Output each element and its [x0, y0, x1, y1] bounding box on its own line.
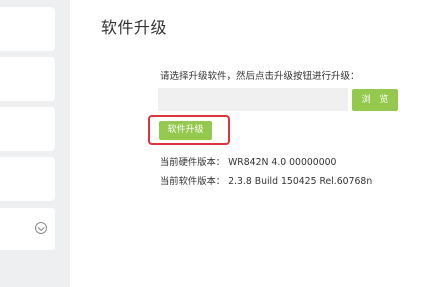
- page-root: 软件升级 请选择升级软件，然后点击升级按钮进行升级： 浏 览 软件升级 当前硬件…: [0, 0, 446, 287]
- chevron-down-circle-icon[interactable]: [35, 222, 47, 234]
- upgrade-instruction: 请选择升级软件，然后点击升级按钮进行升级：: [160, 71, 360, 82]
- firmware-file-input[interactable]: [158, 88, 348, 111]
- upgrade-button[interactable]: 软件升级: [159, 121, 212, 140]
- software-version-row: 当前软件版本： 2.3.8 Build 150425 Rel.60768n: [160, 173, 372, 187]
- software-version-value: 2.3.8 Build 150425 Rel.60768n: [228, 176, 373, 187]
- sidebar-item[interactable]: [0, 157, 55, 201]
- sidebar-item[interactable]: [0, 107, 55, 151]
- page-title: 软件升级: [101, 18, 168, 37]
- hardware-version-row: 当前硬件版本： WR842N 4.0 00000000: [160, 154, 336, 168]
- sidebar: [0, 0, 70, 287]
- sidebar-item[interactable]: [0, 57, 55, 101]
- software-version-label: 当前软件版本：: [160, 176, 226, 187]
- browse-button[interactable]: 浏 览: [352, 89, 398, 111]
- hardware-version-label: 当前硬件版本：: [160, 157, 226, 168]
- sidebar-item[interactable]: [0, 7, 55, 51]
- hardware-version-value: WR842N 4.0 00000000: [228, 157, 337, 168]
